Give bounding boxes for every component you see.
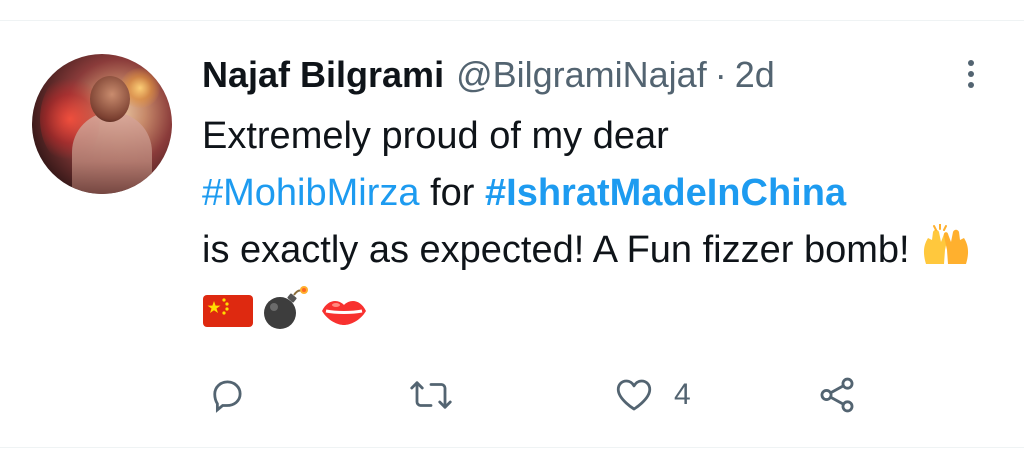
bottom-divider bbox=[0, 447, 1024, 448]
bomb-icon bbox=[260, 285, 312, 348]
tweet-card[interactable]: Najaf Bilgrami @BilgramiNajaf · 2d Extre… bbox=[0, 0, 1024, 475]
more-dot bbox=[968, 60, 974, 66]
tweet-text: Extremely proud of my dear #MohibMirza f… bbox=[202, 108, 1002, 348]
share-button[interactable] bbox=[816, 372, 858, 418]
avatar[interactable] bbox=[32, 54, 172, 194]
text-segment: Extremely proud of my dear bbox=[202, 115, 669, 157]
share-icon bbox=[816, 374, 858, 416]
hashtag-link[interactable]: #IshratMadeInChina bbox=[485, 172, 846, 214]
more-dot bbox=[968, 82, 974, 88]
like-count: 4 bbox=[674, 378, 691, 411]
user-handle[interactable]: @BilgramiNajaf bbox=[456, 51, 707, 99]
avatar-body bbox=[72, 112, 152, 194]
retweet-button[interactable] bbox=[408, 372, 454, 418]
heart-icon bbox=[612, 374, 656, 416]
kiss-mark-icon bbox=[318, 291, 370, 348]
more-vertical-icon[interactable] bbox=[956, 54, 986, 94]
hashtag-link[interactable]: #MohibMirza bbox=[202, 172, 420, 214]
raising-hands-icon bbox=[920, 223, 972, 285]
text-segment: is exactly as expected! A Fun fizzer bom… bbox=[202, 229, 921, 271]
tweet-actions: 4 bbox=[202, 372, 902, 418]
timestamp[interactable]: 2d bbox=[735, 51, 775, 99]
tweet-header: Najaf Bilgrami @BilgramiNajaf · 2d bbox=[202, 51, 775, 99]
separator-dot: · bbox=[714, 54, 727, 95]
top-divider bbox=[0, 20, 1024, 21]
china-flag-icon bbox=[202, 291, 254, 348]
text-segment: for bbox=[419, 172, 485, 214]
reply-icon bbox=[206, 374, 248, 416]
more-dot bbox=[968, 71, 974, 77]
like-button[interactable]: 4 bbox=[612, 372, 691, 418]
display-name[interactable]: Najaf Bilgrami bbox=[202, 51, 444, 99]
reply-button[interactable] bbox=[206, 372, 248, 418]
avatar-head bbox=[90, 76, 130, 122]
retweet-icon bbox=[408, 374, 454, 416]
